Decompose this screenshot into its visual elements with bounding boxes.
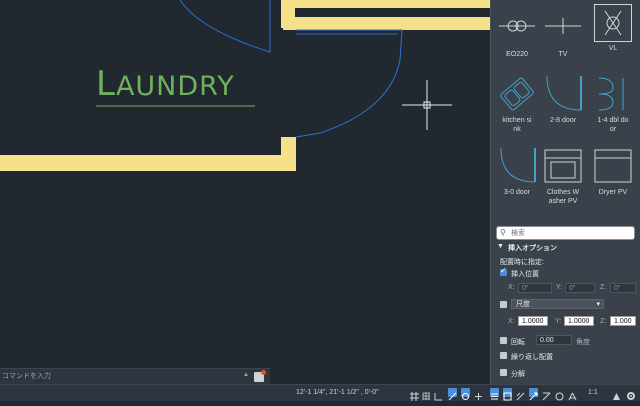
scale-checkbox[interactable] [500,301,507,308]
insertion-z-field[interactable]: 0" [610,283,636,293]
door-swing-upper [179,0,271,53]
block-tv[interactable]: TV [541,8,585,59]
insertion-x-field[interactable]: 0" [518,283,552,293]
insertion-y-field[interactable]: 0" [565,283,595,293]
osnap-icon[interactable] [461,388,470,400]
room-label: LAUNDRY [96,64,235,104]
annotation-scale-icon[interactable] [568,388,577,401]
explode-checkbox[interactable] [500,369,507,376]
double-door-icon [598,77,624,111]
scale-z-field[interactable]: 1.000 [610,316,636,326]
snap-icon[interactable] [422,388,431,400]
coordinate-readout: 12'-1 1/4", 21'-1 1/2" , 0'-0" [296,389,379,396]
scale-x-label: X: [508,318,515,325]
annotation-visibility-icon[interactable] [555,388,564,401]
outlet-symbol-icon [499,20,535,32]
rotation-field[interactable]: 0.00 [536,335,572,345]
3d-osnap-icon[interactable] [529,388,538,401]
ortho-icon[interactable] [434,388,443,401]
scale-dropdown[interactable]: 尺度 ▾ [511,299,604,309]
door-swing-icon [546,75,582,111]
repeat-place-checkbox[interactable] [500,352,507,359]
block-label-kitchen-sink: kitchen si nk [502,117,532,133]
scale-readout[interactable]: 1:1 [588,389,598,396]
insert-options-header: 挿入オプション [508,245,557,252]
dryer-icon [594,149,632,183]
insert-options-toggle[interactable]: ▼ [497,243,504,250]
door-3-0-icon [500,147,536,183]
washer-icon [544,149,582,183]
block-label-1-4-dbl-door: 1-4 dbl do or [597,117,629,133]
rotation-label: 回転 [511,339,525,346]
scale-y-label: Y: [555,318,562,325]
crosshair-cursor [402,80,452,130]
gear-icon[interactable] [626,388,635,400]
polar-tracking-icon[interactable] [448,388,457,401]
search-input[interactable] [511,227,629,239]
rotation-checkbox[interactable] [500,337,507,344]
otrack-icon[interactable] [474,388,483,400]
scale-y-field[interactable]: 1.0000 [564,316,594,326]
selection-cycling-icon[interactable] [516,388,525,401]
kitchen-sink-icon [500,77,534,111]
command-line[interactable]: コマンドを入力 ▲ [0,368,270,385]
command-line-options-icon[interactable] [254,370,266,382]
wall-bottom-post [281,137,296,171]
block-clothes-washer-pv[interactable]: Clothes Washer PV [541,146,585,206]
chevron-down-icon: ▾ [596,301,600,308]
scale-x-field[interactable]: 1.0000 [518,316,548,326]
wall-top-band [283,17,490,30]
wall-bottom [0,155,296,171]
repeat-place-label: 繰り返し配置 [511,354,553,361]
insertion-x-label: X: [508,284,515,291]
search-icon: ⚲ [500,228,506,237]
grid-icon[interactable] [410,388,419,401]
block-kitchen-sink[interactable]: kitchen si nk [495,74,539,134]
vl-symbol-icon [604,10,622,36]
command-history-arrow-icon[interactable]: ▲ [243,372,249,378]
block-eo220[interactable]: EO220 [495,8,539,59]
explode-label: 分解 [511,371,525,378]
block-search[interactable]: ⚲ [496,226,635,240]
transparency-icon[interactable] [503,388,512,401]
tv-symbol-icon [545,18,581,34]
block-vl[interactable]: VL [591,4,635,53]
block-3-0-door[interactable]: 3-0 door [495,146,539,197]
block-label-clothes-washer-pv: Clothes Washer PV [546,189,580,205]
insertion-point-checkbox[interactable] [500,266,507,276]
insertion-y-label: Y: [556,284,563,291]
wall-top-right [281,0,490,8]
insertion-point-label: 挿入位置 [511,271,539,278]
scale-z-label: Z: [600,318,607,325]
block-1-4-dbl-door[interactable]: 1-4 dbl do or [591,74,635,134]
insertion-z-label: Z: [600,284,607,291]
workspace-icon[interactable] [612,388,621,400]
dynamic-ucs-icon[interactable] [542,388,551,401]
status-bar: 12'-1 1/4", 21'-1 1/2" , 0'-0" 1:1 [0,384,640,401]
lineweight-icon[interactable] [490,388,499,400]
drawing-canvas[interactable]: LAUNDRY [0,0,490,384]
block-dryer-pv[interactable]: Dryer PV [591,146,635,197]
drawing-geometry [0,0,490,171]
door-swing-lower [295,29,403,138]
command-input[interactable]: コマンドを入力 [2,371,51,381]
rotation-unit: 角度 [576,339,590,346]
block-2-8-door[interactable]: 2-8 door [541,74,585,125]
